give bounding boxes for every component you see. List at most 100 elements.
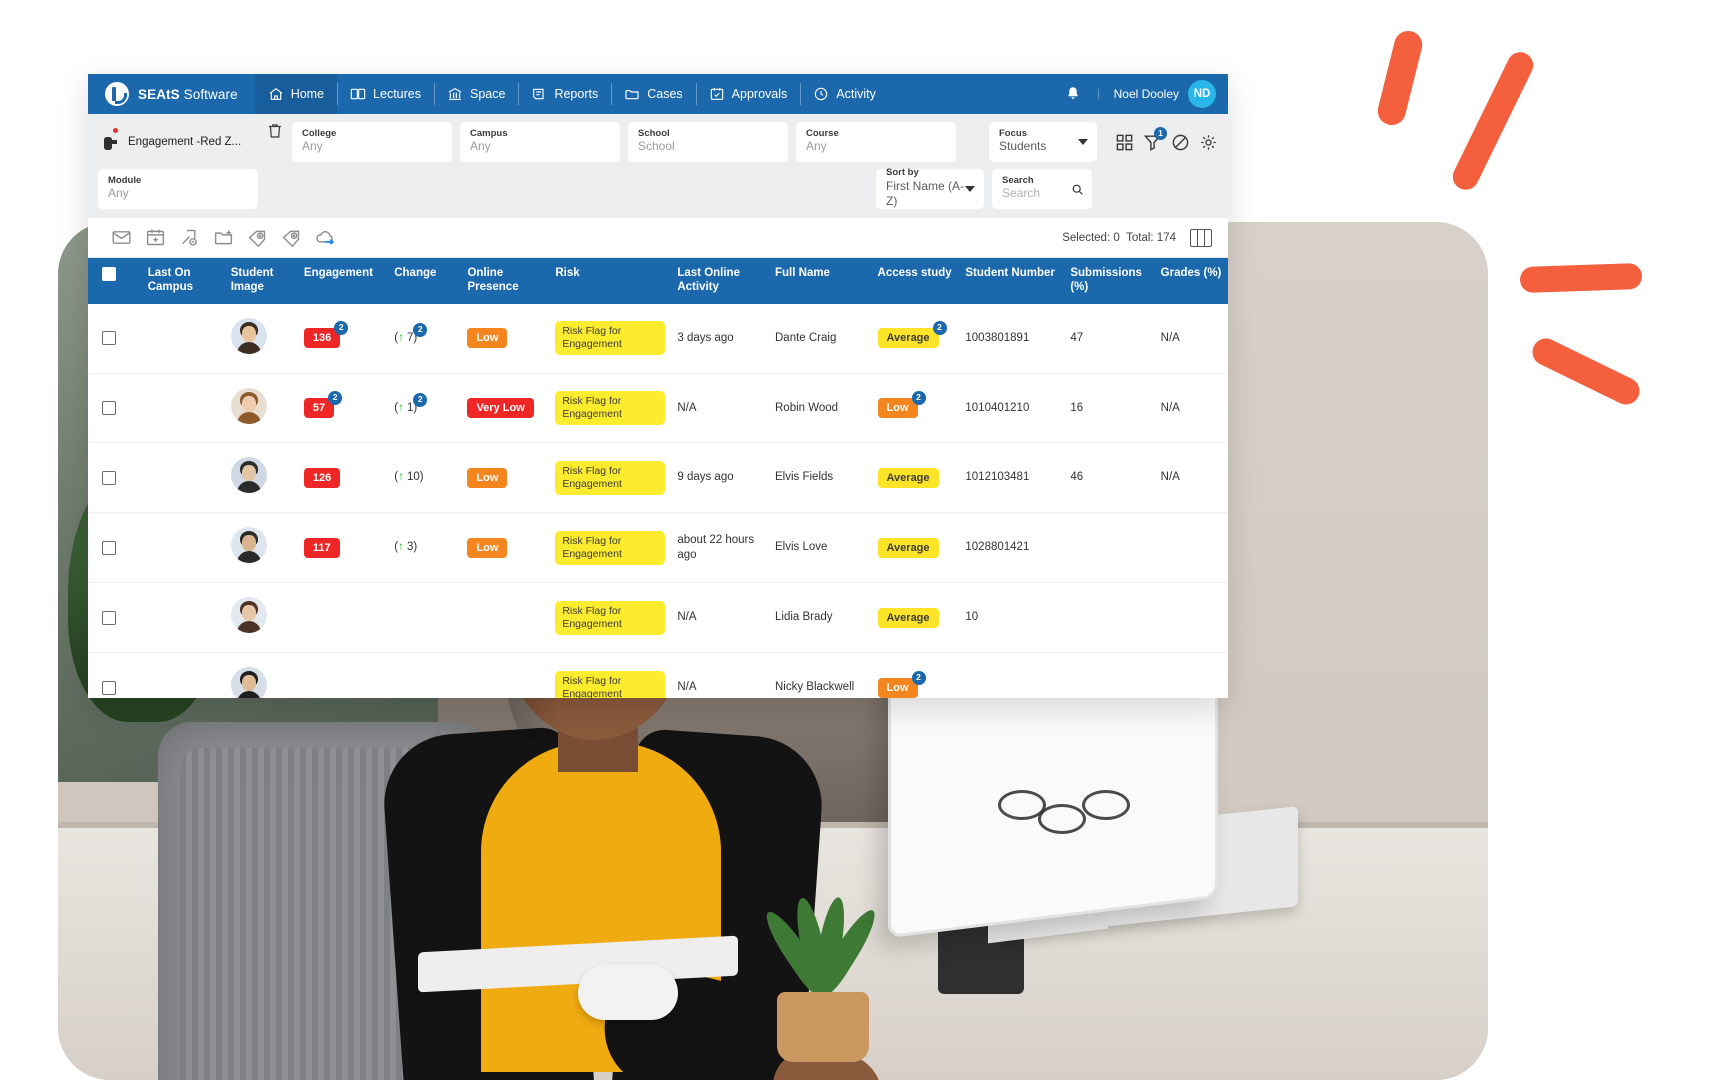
saved-filter[interactable]: Engagement -Red Z... (98, 122, 258, 162)
row-checkbox[interactable] (102, 610, 116, 625)
table-row[interactable]: 117 (↑ 3) Low Risk Flag for Engagement about… (88, 512, 1228, 584)
last-on-campus-cell (141, 652, 225, 698)
row-select-cell[interactable] (88, 582, 142, 654)
columns-icon[interactable] (1190, 228, 1212, 247)
nav-label-activity: Activity (836, 87, 876, 101)
email-icon[interactable] (104, 218, 138, 258)
gear-icon[interactable] (1199, 133, 1218, 152)
risk-cell: Risk Flag for Engagement (549, 442, 672, 514)
row-select-cell[interactable] (88, 652, 142, 698)
school-label: School (638, 127, 670, 139)
chevron-down-icon (965, 186, 975, 192)
last-on-campus-cell (141, 442, 225, 514)
photo-cables (998, 790, 1208, 880)
search-box[interactable]: Search Search (992, 169, 1092, 209)
arrow-up-icon: ↑ (398, 471, 404, 484)
risk-flag: Risk Flag for Engagement (555, 460, 666, 496)
select-all-header[interactable] (88, 258, 142, 304)
grid-view-icon[interactable] (1115, 133, 1134, 152)
table-row[interactable]: Risk Flag for Engagement N/A Lidia Brady Av… (88, 582, 1228, 654)
school-filter[interactable]: School School (628, 122, 788, 162)
table-row[interactable]: 57 2 (↑ 1) 2 Very Low Risk Flag for Engagemen… (88, 373, 1228, 444)
table-row[interactable]: Risk Flag for Engagement N/A Nicky Blackwe… (88, 652, 1228, 698)
col-risk[interactable]: Risk (549, 258, 672, 304)
campus-filter[interactable]: Campus Any (460, 122, 620, 162)
col-last-on-campus[interactable]: Last On Campus (141, 258, 225, 304)
change-cell: (↑ 3) (388, 512, 462, 584)
seats-logo-icon (105, 82, 129, 106)
course-label: Course (806, 127, 839, 139)
col-student-number[interactable]: Student Number (959, 258, 1065, 304)
nav-label-reports: Reports (554, 87, 599, 101)
row-checkbox[interactable] (102, 331, 116, 346)
row-select-cell[interactable] (88, 373, 142, 444)
row-checkbox[interactable] (102, 470, 116, 485)
notifications-button[interactable] (1048, 85, 1098, 103)
sort-by-select[interactable]: Sort by First Name (A-Z) (876, 167, 984, 209)
risk-cell: Risk Flag for Engagement (549, 652, 672, 698)
student-image-cell (224, 303, 298, 374)
col-last-online-activity[interactable]: Last Online Activity (671, 258, 769, 304)
nav-item-approvals[interactable]: Approvals (695, 74, 801, 114)
submissions-cell (1064, 512, 1155, 584)
student-image-cell (224, 373, 298, 444)
table-row[interactable]: 126 (↑ 10) Low Risk Flag for Engagement 9 da… (88, 442, 1228, 514)
nav-item-home[interactable]: Home (254, 74, 338, 114)
engagement-score: 136 2 (303, 320, 349, 349)
student-number-cell: 1028801421 (959, 512, 1065, 584)
module-filter[interactable]: Module Any (98, 169, 258, 209)
pin-remove-icon[interactable] (172, 218, 206, 258)
nav-item-activity[interactable]: Activity (800, 74, 889, 114)
nav-item-lectures[interactable]: Lectures (337, 74, 434, 114)
nav-item-reports[interactable]: Reports (518, 74, 611, 114)
row-select-cell[interactable] (88, 512, 142, 584)
table-row[interactable]: 136 2 (↑ 7) 2 Low Risk Flag for Engagement 3 d… (88, 303, 1228, 374)
row-checkbox[interactable] (102, 540, 116, 555)
risk-cell: Risk Flag for Engagement (549, 512, 672, 584)
campus-label: Campus (470, 127, 508, 139)
saved-filter-label: Engagement -Red Z... (128, 136, 242, 148)
col-submissions[interactable]: Submissions (%) (1064, 258, 1155, 304)
row-select-cell[interactable] (88, 303, 142, 374)
col-access-study[interactable]: Access study (871, 258, 960, 304)
filter-funnel-icon[interactable]: 1 (1143, 126, 1167, 152)
row-select-cell[interactable] (88, 442, 142, 514)
col-engagement[interactable]: Engagement (297, 258, 389, 304)
col-grades[interactable]: Grades (%) (1154, 258, 1228, 304)
unsaved-dot-icon (113, 128, 118, 133)
filter-row-1: Engagement -Red Z... College Any Campus … (98, 122, 1218, 162)
grades-cell (1154, 652, 1228, 698)
brand-logo-area[interactable]: SEAtS Software (88, 74, 255, 114)
college-filter[interactable]: College Any (292, 122, 452, 162)
row-checkbox[interactable] (102, 680, 116, 695)
tag-remove-icon[interactable] (274, 218, 308, 258)
folder-add-icon[interactable] (206, 218, 240, 258)
campus-value: Any (470, 139, 491, 154)
calendar-add-icon[interactable] (138, 218, 172, 258)
cloud-export-icon[interactable] (308, 218, 342, 258)
trash-icon[interactable] (266, 122, 284, 140)
grades-cell: N/A (1154, 303, 1228, 374)
nav-item-space[interactable]: Space (434, 74, 518, 114)
nav-item-cases[interactable]: Cases (611, 74, 695, 114)
col-student-image[interactable]: Student Image (224, 258, 298, 304)
last-on-campus-cell (141, 373, 225, 444)
nav-items: Home Lectures Space Reports Cases Approv… (254, 74, 889, 114)
select-all-checkbox[interactable] (102, 267, 116, 281)
count-badge: 2 (413, 322, 428, 337)
folder-icon (625, 90, 639, 100)
col-change[interactable]: Change (388, 258, 462, 304)
count-badge: 2 (413, 392, 428, 407)
course-filter[interactable]: Course Any (796, 122, 956, 162)
search-input[interactable]: Search (1002, 186, 1082, 201)
submissions-cell (1064, 582, 1155, 654)
user-profile[interactable]: Noel Dooley ND (1097, 80, 1228, 108)
tag-add-icon[interactable] (240, 218, 274, 258)
total-count: Total: 174 (1126, 231, 1176, 244)
row-checkbox[interactable] (102, 401, 116, 415)
col-online-presence[interactable]: Online Presence (461, 258, 550, 304)
full-name-cell: Dante Craig (769, 303, 872, 374)
focus-select[interactable]: Focus Students (989, 122, 1097, 162)
col-full-name[interactable]: Full Name (769, 258, 872, 304)
no-entry-icon[interactable] (1171, 133, 1190, 152)
